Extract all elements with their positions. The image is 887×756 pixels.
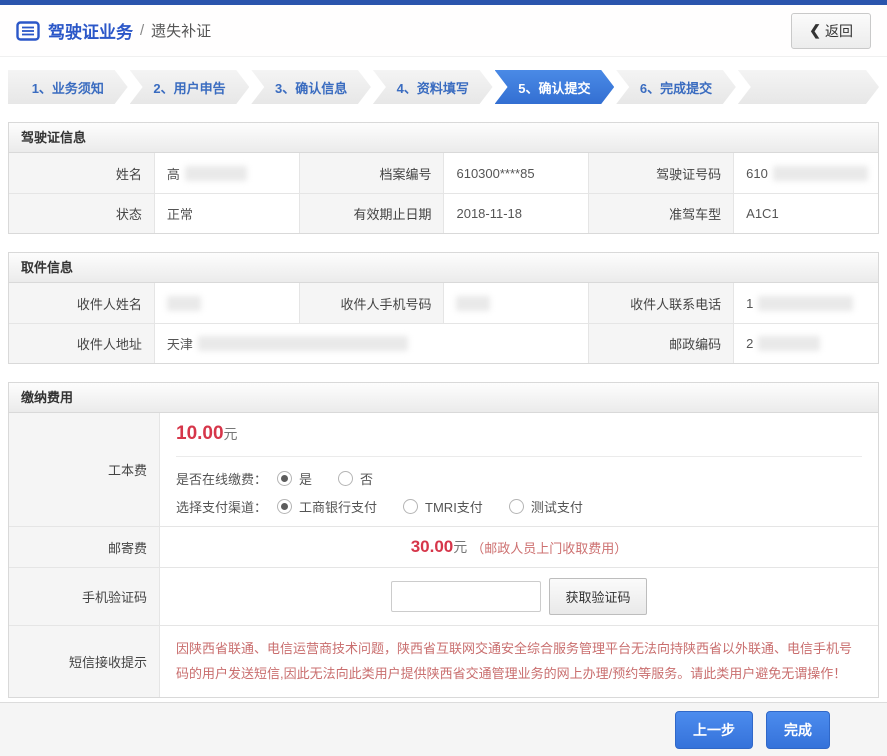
license-info-section: 驾驶证信息 姓名 高 档案编号 610300****85 驾驶证号码 610 状… — [8, 122, 879, 234]
radio-option-no[interactable]: 否 — [338, 469, 373, 488]
license-number-label: 驾驶证号码 — [588, 153, 733, 193]
license-number-value: 610 — [733, 153, 878, 193]
radio-option-label: TMRI支付 — [425, 497, 483, 516]
redaction-blur — [167, 296, 201, 311]
recipient-name-value — [154, 283, 299, 323]
online-payment-radio-group: 是否在线缴费： 是 否 — [176, 469, 862, 488]
status-label: 状态 — [9, 193, 154, 233]
payment-channel-radio-group: 选择支付渠道： 工商银行支付 TMRI支付 测试支付 — [176, 497, 862, 516]
recipient-mobile-value — [443, 283, 588, 323]
wizard-step-4: 4、资料填写 — [373, 70, 493, 104]
radio-option-label: 测试支付 — [531, 497, 583, 516]
status-value: 正常 — [154, 193, 299, 233]
payment-section: 缴纳费用 工本费 10.00元 是否在线缴费： 是 否 选择支付渠道： — [8, 382, 879, 698]
license-section-title: 驾驶证信息 — [9, 123, 878, 153]
page-header: 驾驶证业务 / 遗失补证 ❮ 返回 — [0, 5, 887, 57]
step-wizard: 1、业务须知 2、用户申告 3、确认信息 4、资料填写 5、确认提交 6、完成提… — [8, 70, 879, 104]
wizard-step-3: 3、确认信息 — [251, 70, 371, 104]
postcode-value: 2 — [733, 323, 878, 363]
previous-step-button[interactable]: 上一步 — [675, 711, 753, 749]
file-number-value: 610300****85 — [443, 153, 588, 193]
back-button-label: 返回 — [825, 21, 853, 41]
vehicle-class-value: A1C1 — [733, 193, 878, 233]
divider — [176, 456, 862, 457]
radio-button-icon — [403, 499, 418, 514]
pickup-section-title: 取件信息 — [9, 253, 878, 283]
breadcrumb-current: 遗失补证 — [151, 20, 211, 41]
sms-notice-cell: 因陕西省联通、电信运营商技术问题，陕西省互联网交通安全综合服务管理平台无法向持陕… — [159, 625, 878, 697]
sms-notice-label: 短信接收提示 — [9, 625, 159, 697]
payment-section-title: 缴纳费用 — [9, 383, 878, 413]
recipient-phone-value: 1 — [733, 283, 878, 323]
redaction-blur — [758, 296, 853, 311]
file-number-label: 档案编号 — [299, 153, 444, 193]
get-code-button[interactable]: 获取验证码 — [549, 578, 646, 615]
postage-fee-label: 邮寄费 — [9, 526, 159, 567]
production-fee-amount: 10.00元 — [176, 423, 862, 445]
production-fee-label: 工本费 — [9, 413, 159, 526]
sms-code-cell: 获取验证码 — [159, 567, 878, 625]
wizard-step-2: 2、用户申告 — [130, 70, 250, 104]
license-info-table: 姓名 高 档案编号 610300****85 驾驶证号码 610 状态 正常 有… — [9, 153, 878, 233]
recipient-mobile-label: 收件人手机号码 — [299, 283, 444, 323]
pickup-info-section: 取件信息 收件人姓名 收件人手机号码 收件人联系电话 1 收件人地址 天津 邮政… — [8, 252, 879, 364]
recipient-name-label: 收件人姓名 — [9, 283, 154, 323]
page-title: 驾驶证业务 — [48, 18, 133, 43]
postage-fee-cell: 30.00元 （邮政人员上门收取费用） — [159, 526, 878, 567]
payment-table: 工本费 10.00元 是否在线缴费： 是 否 选择支付渠道： — [9, 413, 878, 697]
radio-button-icon — [338, 471, 353, 486]
redaction-blur — [198, 336, 408, 351]
redaction-blur — [773, 166, 868, 181]
radio-option-test[interactable]: 测试支付 — [509, 497, 583, 516]
radio-option-label: 否 — [360, 469, 373, 488]
radio-option-yes[interactable]: 是 — [277, 469, 312, 488]
radio-button-icon — [509, 499, 524, 514]
back-button[interactable]: ❮ 返回 — [791, 13, 871, 49]
wizard-step-5: 5、确认提交 — [495, 70, 615, 104]
radio-option-label: 是 — [299, 469, 312, 488]
sms-code-input[interactable] — [391, 581, 541, 612]
wizard-step-6: 6、完成提交 — [616, 70, 736, 104]
expiry-date-value: 2018-11-18 — [443, 193, 588, 233]
expiry-date-label: 有效期止日期 — [299, 193, 444, 233]
sms-notice-text: 因陕西省联通、电信运营商技术问题，陕西省互联网交通安全综合服务管理平台无法向持陕… — [176, 636, 862, 687]
radio-button-icon — [277, 499, 292, 514]
recipient-address-label: 收件人地址 — [9, 323, 154, 363]
recipient-address-value: 天津 — [154, 323, 589, 363]
redaction-blur — [758, 336, 820, 351]
footer-action-bar: 上一步 完成 — [0, 702, 887, 756]
name-label: 姓名 — [9, 153, 154, 193]
sms-code-label: 手机验证码 — [9, 567, 159, 625]
radio-option-label: 工商银行支付 — [299, 497, 377, 516]
chevron-left-icon: ❮ — [809, 22, 821, 39]
redaction-blur — [185, 166, 247, 181]
radio-option-icbc[interactable]: 工商银行支付 — [277, 497, 377, 516]
postcode-label: 邮政编码 — [588, 323, 733, 363]
production-fee-cell: 10.00元 是否在线缴费： 是 否 选择支付渠道： 工商银行支付 — [159, 413, 878, 526]
redaction-blur — [456, 296, 490, 311]
payment-channel-question: 选择支付渠道： — [176, 497, 267, 516]
pickup-info-table: 收件人姓名 收件人手机号码 收件人联系电话 1 收件人地址 天津 邮政编码 2 — [9, 283, 878, 363]
radio-button-icon — [277, 471, 292, 486]
breadcrumb-separator: / — [140, 22, 144, 39]
name-value: 高 — [154, 153, 299, 193]
recipient-phone-label: 收件人联系电话 — [588, 283, 733, 323]
radio-option-tmri[interactable]: TMRI支付 — [403, 497, 483, 516]
list-icon — [16, 21, 40, 41]
vehicle-class-label: 准驾车型 — [588, 193, 733, 233]
wizard-step-1: 1、业务须知 — [8, 70, 128, 104]
wizard-step-filler — [738, 70, 879, 104]
finish-button[interactable]: 完成 — [766, 711, 830, 749]
online-payment-question: 是否在线缴费： — [176, 469, 267, 488]
postage-fee-note: （邮政人员上门收取费用） — [471, 538, 627, 557]
